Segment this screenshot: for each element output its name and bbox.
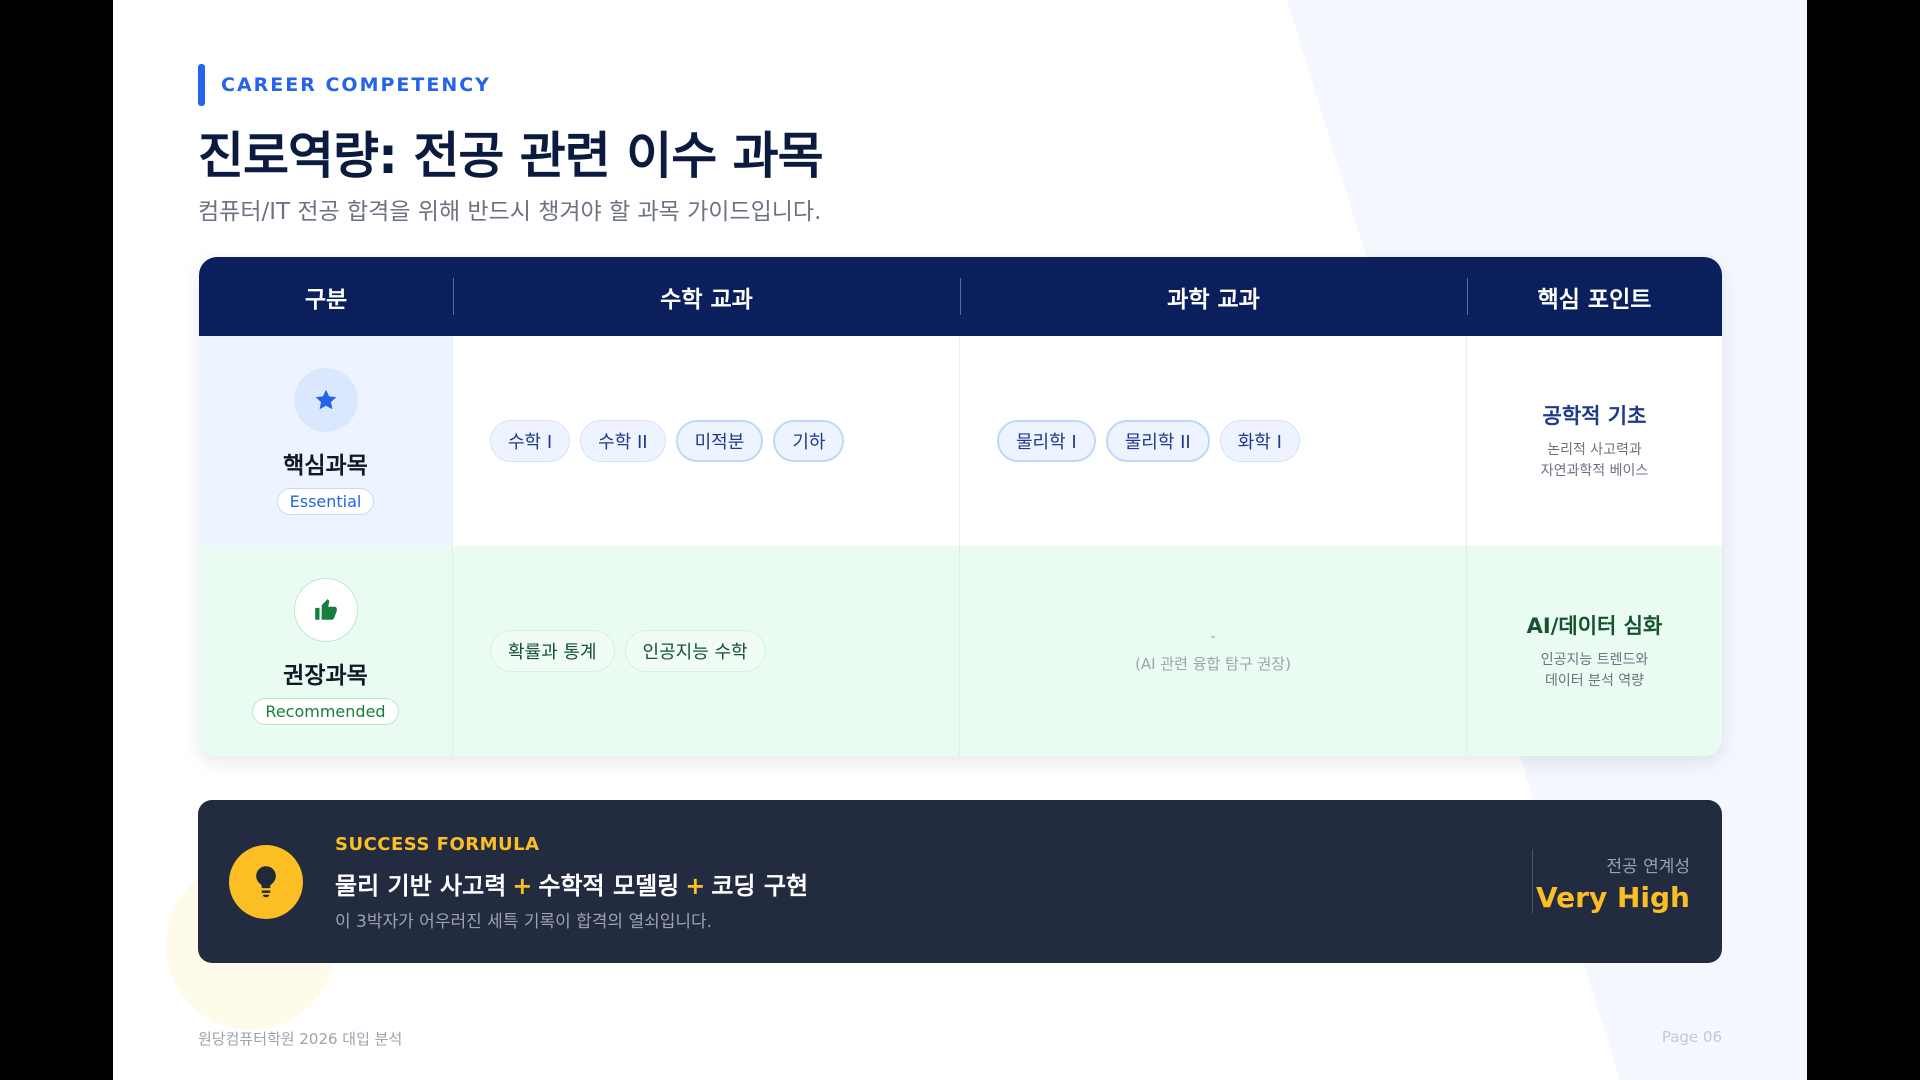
- point-cell: 공학적 기초 논리적 사고력과 자연과학적 베이스: [1467, 336, 1722, 546]
- point-cell: AI/데이터 심화 인공지능 트렌드와 데이터 분석 역량: [1467, 546, 1722, 756]
- plus-sign: +: [685, 872, 706, 900]
- formula-main: 물리 기반 사고력 + 수학적 모델링 + 코딩 구현: [335, 872, 809, 900]
- point-title: 공학적 기초: [1542, 404, 1647, 428]
- star-icon: [293, 367, 358, 432]
- subject-pill: 미적분: [675, 420, 764, 462]
- table-header: 구분 수학 교과 과학 교과 핵심 포인트: [199, 257, 1722, 336]
- column-header-math: 수학 교과: [453, 257, 960, 336]
- category-cell: 핵심과목 Essential: [199, 336, 453, 546]
- column-header-point: 핵심 포인트: [1467, 257, 1722, 336]
- category-name: 권장과목: [283, 662, 368, 689]
- subject-pill: 기하: [773, 420, 845, 462]
- point-title: AI/데이터 심화: [1526, 614, 1663, 638]
- table-row-core: 핵심과목 Essential 수학 I 수학 II 미적분 기하 물리학 I 물…: [199, 336, 1722, 546]
- page-number: Page 06: [1661, 1028, 1722, 1046]
- column-header-category: 구분: [304, 286, 348, 313]
- subject-pill: 확률과 통계: [490, 630, 615, 672]
- category-tag: Recommended: [252, 697, 399, 725]
- science-cell: - (AI 관련 융합 탐구 권장): [960, 546, 1467, 756]
- subject-pill: 물리학 II: [1105, 420, 1210, 462]
- category-tag: Essential: [276, 487, 375, 515]
- eyebrow: CAREER COMPETENCY: [198, 64, 491, 106]
- science-note: (AI 관련 융합 탐구 권장): [1135, 654, 1291, 673]
- science-cell: 물리학 I 물리학 II 화학 I: [960, 336, 1467, 546]
- major-relevance: 전공 연계성 Very High: [1536, 852, 1690, 914]
- success-formula-box: SUCCESS FORMULA 물리 기반 사고력 + 수학적 모델링 + 코딩 구현 …: [198, 800, 1722, 963]
- subject-pill: 물리학 I: [997, 420, 1096, 462]
- relevance-value: Very High: [1536, 881, 1690, 914]
- math-cell: 확률과 통계 인공지능 수학: [453, 546, 960, 756]
- slide: CAREER COMPETENCY 진로역량: 전공 관련 이수 과목 컴퓨터/…: [113, 0, 1807, 1080]
- table-row-recommended: 권장과목 Recommended 확률과 통계 인공지능 수학 - (AI 관련…: [199, 546, 1722, 756]
- subject-pill: 수학 I: [490, 420, 571, 462]
- category-name: 핵심과목: [283, 452, 368, 479]
- point-description: 논리적 사고력과 자연과학적 베이스: [1540, 442, 1649, 479]
- formula-subtext: 이 3박자가 어우러진 세특 기록이 합격의 열쇠입니다.: [335, 912, 713, 932]
- page-subtitle: 컴퓨터/IT 전공 합격을 위해 반드시 챙겨야 할 과목 가이드입니다.: [198, 199, 822, 225]
- plus-sign: +: [512, 872, 533, 900]
- relevance-label: 전공 연계성: [1606, 857, 1690, 877]
- footer-source: 원당컴퓨터학원 2026 대입 분석: [198, 1030, 403, 1048]
- subject-pill: 인공지능 수학: [624, 630, 766, 672]
- subject-pill: 수학 II: [580, 420, 666, 462]
- formula-divider: [1532, 849, 1533, 913]
- page-title: 진로역량: 전공 관련 이수 과목: [198, 127, 824, 185]
- eyebrow-label: CAREER COMPETENCY: [221, 74, 491, 96]
- thumbs-up-icon: [293, 577, 358, 642]
- empty-dash: -: [1210, 628, 1216, 645]
- formula-label: SUCCESS FORMULA: [335, 834, 540, 855]
- subject-pill: 화학 I: [1219, 420, 1300, 462]
- lightbulb-icon: [229, 845, 303, 919]
- column-header-science: 과학 교과: [960, 257, 1467, 336]
- subjects-table: 구분 수학 교과 과학 교과 핵심 포인트 핵심과목 Essential 수학 …: [199, 257, 1722, 756]
- math-cell: 수학 I 수학 II 미적분 기하: [453, 336, 960, 546]
- point-description: 인공지능 트렌드와 데이터 분석 역량: [1540, 652, 1649, 689]
- category-cell: 권장과목 Recommended: [199, 546, 453, 756]
- eyebrow-bar: [198, 64, 205, 106]
